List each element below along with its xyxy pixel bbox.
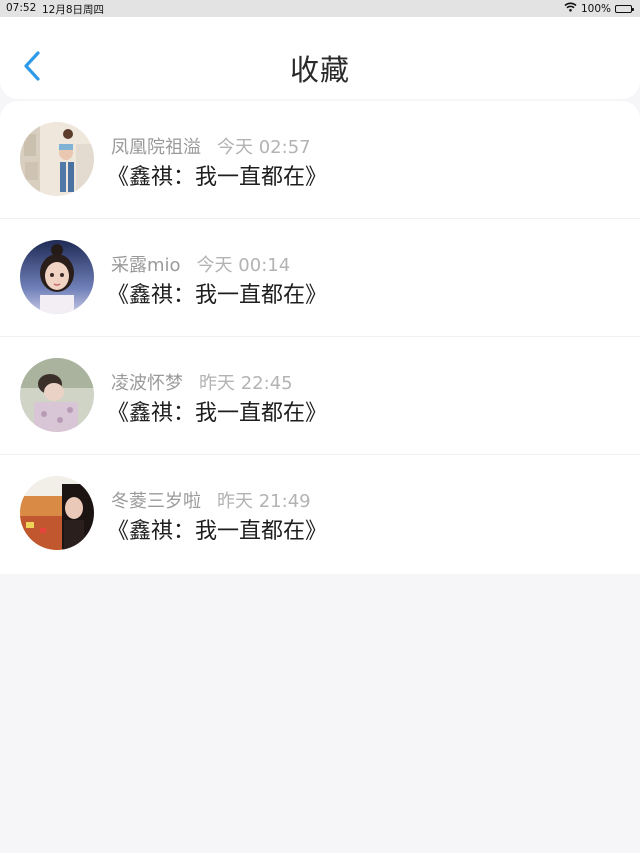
status-right: 100% — [564, 2, 634, 15]
username: 凤凰院祖溢 — [111, 137, 201, 158]
avatar[interactable] — [20, 240, 94, 314]
item-title: 《鑫祺：我一直都在》 — [107, 165, 328, 190]
battery-percent: 100% — [580, 2, 611, 15]
favorites-list: 凤凰院祖溢 今天 02:57 《鑫祺：我一直都在》 采露mio 今天 00:14… — [0, 101, 640, 574]
username: 冬菱三岁啦 — [111, 491, 201, 512]
timestamp: 昨天 22:45 — [199, 373, 293, 394]
username: 凌波怀梦 — [111, 373, 183, 394]
list-item[interactable]: 冬菱三岁啦 昨天 21:49 《鑫祺：我一直都在》 — [0, 455, 640, 573]
timestamp: 昨天 21:49 — [217, 491, 311, 512]
username: 采露mio — [111, 255, 181, 276]
avatar[interactable] — [20, 122, 94, 196]
item-meta: 冬菱三岁啦 昨天 21:49 — [111, 487, 311, 513]
list-item[interactable]: 凤凰院祖溢 今天 02:57 《鑫祺：我一直都在》 — [0, 101, 640, 219]
avatar[interactable] — [20, 476, 94, 550]
status-time: 07:52 — [6, 2, 37, 14]
status-bar: 07:52 12月8日周四 100% — [0, 0, 640, 17]
avatar[interactable] — [20, 358, 94, 432]
page-title: 收藏 — [289, 53, 350, 87]
status-date: 12月8日周四 — [42, 4, 105, 16]
timestamp: 今天 00:14 — [196, 255, 291, 276]
battery-icon — [615, 4, 634, 13]
item-meta: 凤凰院祖溢 今天 02:57 — [111, 133, 311, 159]
item-title: 《鑫祺：我一直都在》 — [107, 519, 328, 544]
item-title: 《鑫祺：我一直都在》 — [107, 401, 328, 426]
item-title: 《鑫祺：我一直都在》 — [107, 283, 328, 308]
list-item[interactable]: 凌波怀梦 昨天 22:45 《鑫祺：我一直都在》 — [0, 337, 640, 455]
wifi-icon — [564, 2, 577, 15]
list-item[interactable]: 采露mio 今天 00:14 《鑫祺：我一直都在》 — [0, 219, 640, 337]
item-meta: 凌波怀梦 昨天 22:45 — [111, 369, 293, 395]
item-meta: 采露mio 今天 00:14 — [111, 251, 290, 277]
nav-bar: 收藏 — [0, 17, 640, 99]
timestamp: 今天 02:57 — [217, 137, 311, 158]
